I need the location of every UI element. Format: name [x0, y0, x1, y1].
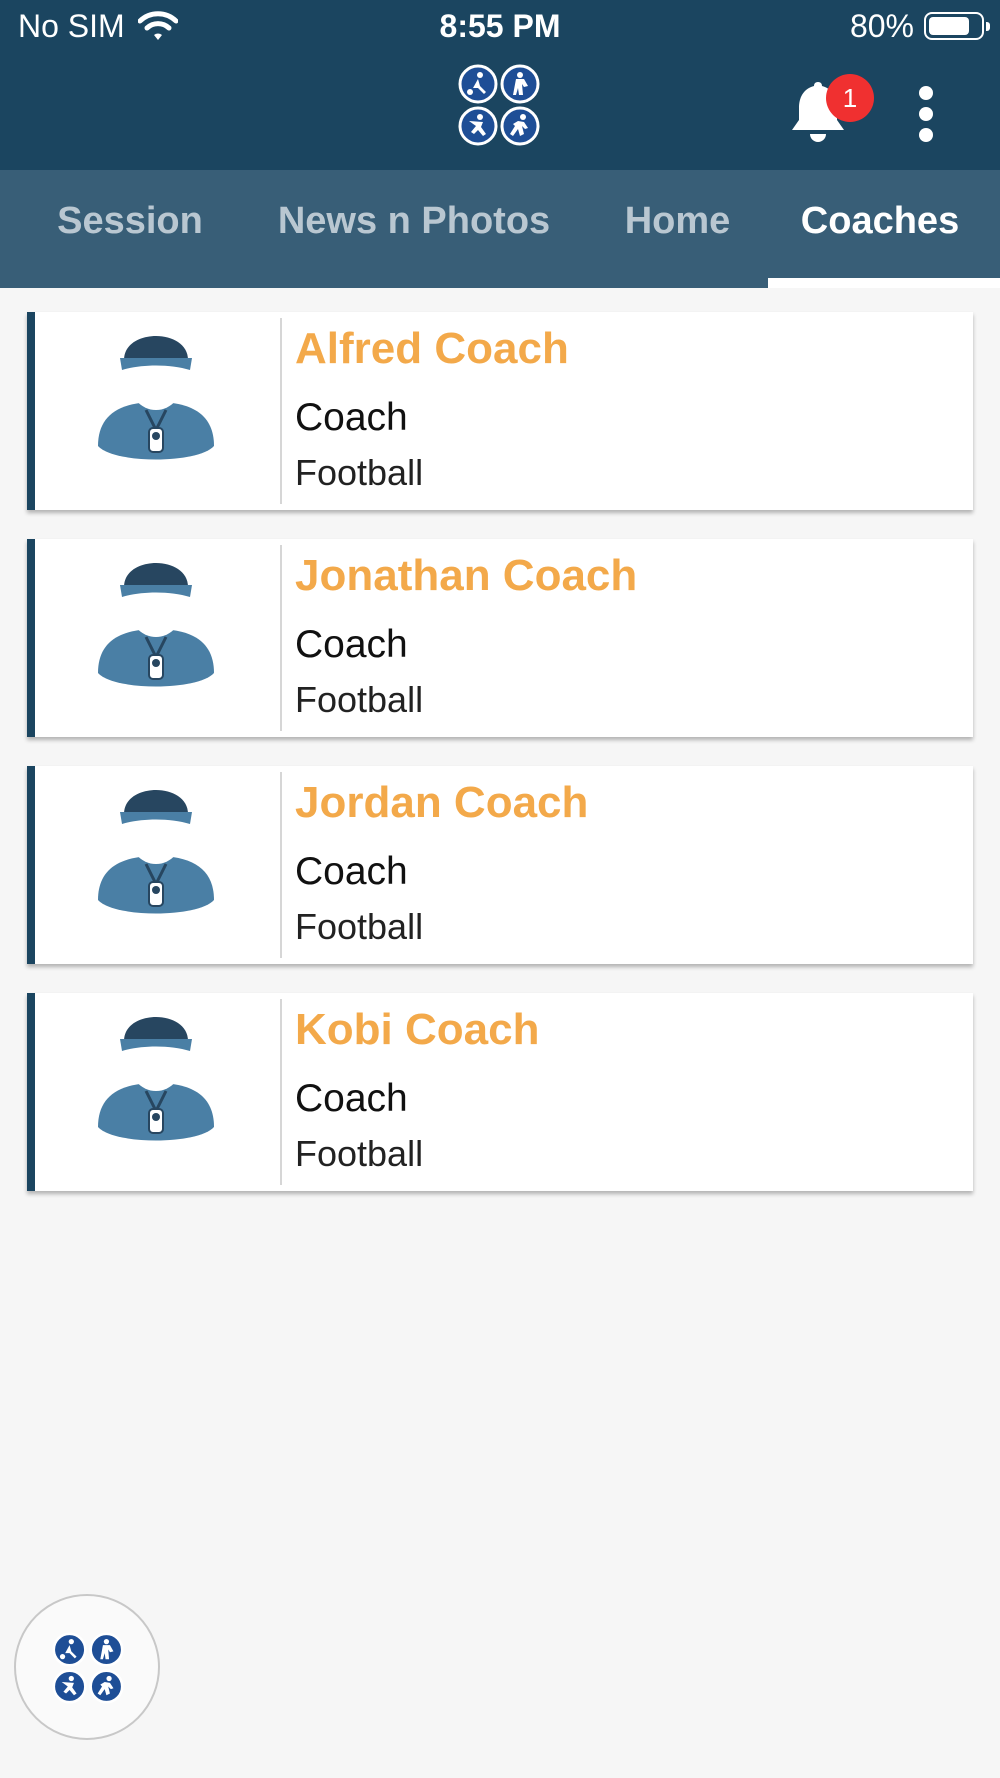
coach-sport: Football — [295, 1133, 424, 1174]
battery-icon — [924, 12, 990, 40]
coach-sport: Football — [295, 906, 424, 947]
coach-name: Kobi Coach — [295, 1005, 540, 1054]
coach-card[interactable]: Jonathan Coach Coach Football — [27, 539, 973, 737]
sports-logo-icon[interactable] — [458, 64, 540, 151]
coach-name: Jordan Coach — [295, 778, 589, 827]
coach-role: Coach — [295, 850, 408, 893]
active-tab-indicator — [768, 278, 1000, 288]
coach-role: Coach — [295, 1077, 408, 1120]
more-vertical-icon[interactable] — [918, 86, 934, 142]
coach-card[interactable]: Alfred Coach Coach Football — [27, 312, 973, 510]
coach-role: Coach — [295, 396, 408, 439]
tab-bar: Session News n Photos Home Coaches — [0, 170, 1000, 288]
coach-sport: Football — [295, 679, 424, 720]
sports-logo-icon — [52, 1632, 124, 1709]
floating-action-button[interactable] — [14, 1594, 160, 1740]
card-divider — [280, 999, 282, 1185]
status-bar: No SIM 8:55 PM 80% — [0, 0, 1000, 56]
coach-sport: Football — [295, 452, 424, 493]
card-divider — [280, 772, 282, 958]
coach-card[interactable]: Kobi Coach Coach Football — [27, 993, 973, 1191]
coach-avatar-icon — [90, 999, 222, 1159]
card-divider — [280, 318, 282, 504]
notification-badge[interactable]: 1 — [826, 74, 874, 122]
card-divider — [280, 545, 282, 731]
coach-name: Jonathan Coach — [295, 551, 638, 600]
coach-avatar-icon — [90, 318, 222, 478]
app-header: 1 — [0, 56, 1000, 170]
tab-session[interactable]: Session — [30, 170, 230, 288]
coach-name: Alfred Coach — [295, 324, 569, 373]
battery-fill — [929, 17, 969, 35]
tab-coaches[interactable]: Coaches — [780, 170, 980, 288]
coach-avatar-icon — [90, 772, 222, 932]
coach-card[interactable]: Jordan Coach Coach Football — [27, 766, 973, 964]
battery-percent: 80% — [849, 8, 914, 44]
coach-avatar-icon — [90, 545, 222, 705]
tab-news-n-photos[interactable]: News n Photos — [262, 170, 566, 288]
coach-role: Coach — [295, 623, 408, 666]
tab-home[interactable]: Home — [605, 170, 750, 288]
